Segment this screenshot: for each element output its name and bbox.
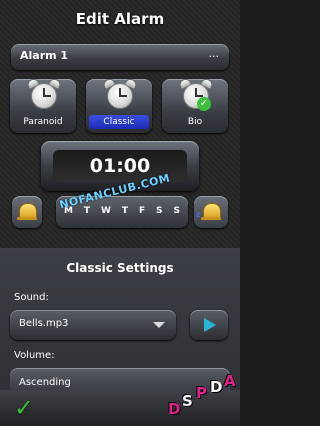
brand-letter: S — [182, 392, 193, 410]
alarm-name-field[interactable]: Alarm 1 ... — [11, 44, 229, 70]
profile-classic-button[interactable]: Classic — [86, 76, 152, 133]
snooze-z-icon: z — [196, 210, 201, 219]
alarm-toggle-button[interactable] — [12, 196, 42, 228]
profile-bio-button[interactable]: ✓ Bio — [162, 76, 228, 133]
confirm-check-button[interactable]: ✓ — [14, 394, 34, 422]
alarm-name-value: Alarm 1 — [20, 49, 69, 62]
play-icon — [204, 318, 216, 332]
brand-letter: P — [196, 384, 207, 402]
settings-title: Classic Settings — [66, 261, 174, 275]
weekday-list: M T W T F S S — [64, 206, 180, 216]
volume-value: Ascending — [19, 377, 71, 388]
sound-select[interactable]: Bells.mp3 — [10, 310, 176, 340]
profile-label: Bio — [187, 117, 203, 127]
sound-value: Bells.mp3 — [19, 318, 69, 329]
volume-label: Volume: — [14, 350, 55, 361]
page-title: Edit Alarm — [75, 10, 165, 28]
bell-icon — [17, 217, 37, 220]
brand-letter: D — [168, 400, 181, 418]
weekday-thursday[interactable]: T — [122, 206, 128, 216]
alarm-clock-icon — [107, 83, 133, 109]
profile-label: Paranoid — [23, 117, 63, 127]
alarm-clock-icon — [31, 83, 57, 109]
weekday-saturday[interactable]: S — [156, 206, 162, 216]
weekday-sunday[interactable]: S — [173, 206, 179, 216]
snooze-button[interactable]: z — [194, 196, 228, 228]
brand-letter: D — [210, 378, 223, 396]
profile-paranoid-button[interactable]: Paranoid — [10, 76, 76, 133]
snooze-bell-icon — [201, 217, 221, 220]
weekday-wednesday[interactable]: W — [101, 206, 111, 216]
checkmark-icon: ✓ — [197, 97, 211, 111]
profile-label: Classic — [89, 115, 149, 129]
brand-logo: D S P D A — [166, 372, 240, 426]
play-preview-button[interactable] — [190, 310, 228, 340]
more-options-icon[interactable]: ... — [209, 47, 220, 60]
brand-letter: A — [224, 372, 236, 390]
weekday-tuesday[interactable]: T — [84, 206, 90, 216]
weekday-friday[interactable]: F — [139, 206, 145, 216]
sound-label: Sound: — [14, 292, 49, 303]
chevron-down-icon — [153, 322, 165, 328]
